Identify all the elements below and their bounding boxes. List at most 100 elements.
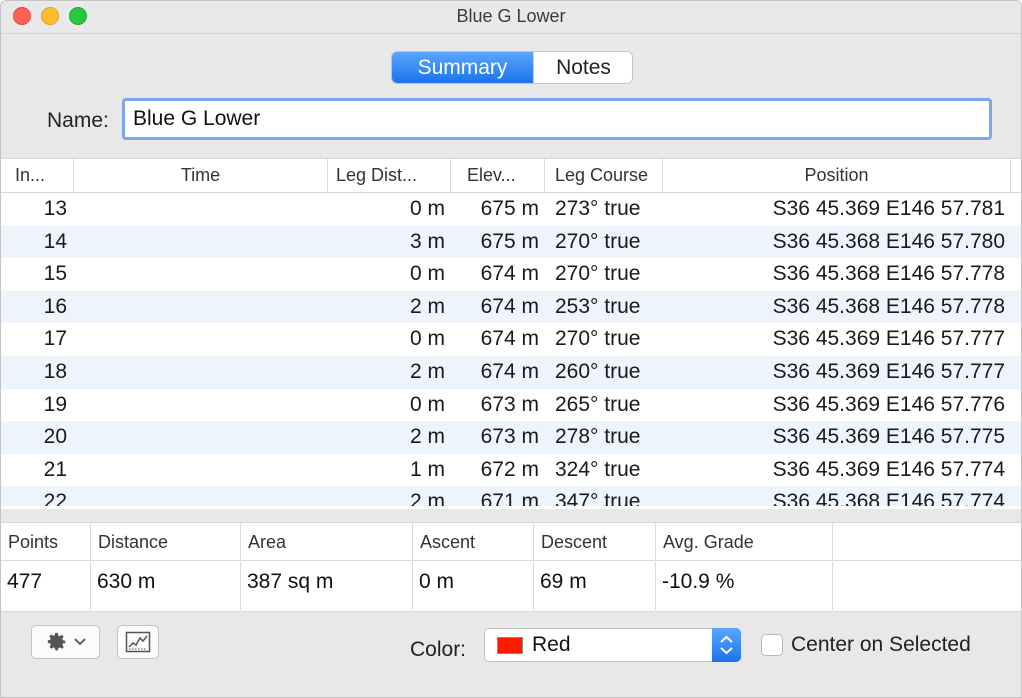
table-row[interactable]: 20 2 m 673 m 278° true S36 45.369 E146 57.77…	[1, 421, 1021, 454]
color-select[interactable]: Red	[484, 628, 741, 662]
cell-elevation: 673 m	[480, 392, 539, 416]
cell-position: S36 45.369 E146 57.776	[772, 392, 1005, 416]
gear-menu-button[interactable]	[31, 625, 100, 659]
chart-button[interactable]	[117, 625, 159, 659]
cell-elevation: 674 m	[480, 262, 539, 286]
color-swatch	[497, 637, 523, 654]
cell-leg-distance: 0 m	[409, 392, 445, 416]
table-header: In... Time Leg Dist... Elev... Leg Cours…	[1, 159, 1021, 193]
chart-icon	[125, 631, 151, 653]
summary-header-ascent: Ascent	[413, 523, 534, 561]
cell-leg-course: 270° true	[555, 229, 641, 253]
name-label: Name:	[47, 109, 109, 132]
cell-leg-course: 273° true	[555, 197, 641, 220]
select-arrows-icon	[712, 628, 741, 662]
cell-index: 16	[43, 294, 67, 318]
table-row[interactable]: 19 0 m 673 m 265° true S36 45.369 E146 57.77…	[1, 389, 1021, 422]
cell-position: S36 45.369 E146 57.775	[772, 425, 1005, 449]
cell-index: 21	[43, 457, 67, 481]
table-row[interactable]: 17 0 m 674 m 270° true S36 45.369 E146 57.77…	[1, 323, 1021, 356]
minimize-window-button[interactable]	[41, 7, 59, 25]
zoom-window-button[interactable]	[69, 7, 87, 25]
cell-leg-distance: 2 m	[409, 294, 445, 318]
tab-notes[interactable]: Notes	[533, 52, 632, 83]
color-label: Color:	[410, 638, 467, 661]
cell-elevation: 672 m	[480, 457, 539, 481]
cell-leg-course: 278° true	[555, 425, 641, 449]
summary-value-ascent: 0 m	[413, 562, 534, 610]
summary-header-area: Area	[241, 523, 413, 561]
column-header-position[interactable]: Position	[663, 159, 1011, 192]
summary-header-points: Points	[1, 523, 91, 561]
cell-elevation: 671 m	[480, 490, 539, 507]
window: Blue G Lower Summary Notes Name: In... T…	[0, 0, 1022, 698]
table-body: 13 0 m 675 m 273° true S36 45.369 E146 57.78…	[1, 193, 1021, 507]
gear-icon	[47, 632, 65, 651]
center-on-selected-label[interactable]: Center on Selected	[791, 633, 971, 657]
cell-position: S36 45.368 E146 57.778	[772, 262, 1005, 286]
summary-value-distance: 630 m	[91, 562, 241, 610]
cell-leg-course: 324° true	[555, 457, 641, 481]
column-header-index[interactable]: In...	[1, 159, 74, 192]
tab-summary[interactable]: Summary	[392, 52, 533, 83]
cell-index: 14	[43, 229, 67, 253]
cell-index: 15	[43, 262, 67, 286]
points-table: In... Time Leg Dist... Elev... Leg Cours…	[1, 158, 1021, 509]
column-header-elevation[interactable]: Elev...	[451, 159, 545, 192]
cell-leg-distance: 2 m	[409, 425, 445, 449]
cell-leg-distance: 2 m	[409, 490, 445, 507]
cell-position: S36 45.368 E146 57.778	[772, 294, 1005, 318]
cell-leg-distance: 0 m	[409, 327, 445, 351]
cell-leg-distance: 3 m	[409, 229, 445, 253]
cell-position: S36 45.368 E146 57.780	[772, 229, 1005, 253]
cell-position: S36 45.369 E146 57.774	[772, 457, 1005, 481]
table-row[interactable]: 22 2 m 671 m 347° true S36 45.368 E146 57.77…	[1, 486, 1021, 507]
cell-elevation: 673 m	[480, 425, 539, 449]
cell-index: 18	[43, 359, 67, 383]
cell-position: S36 45.368 E146 57.774	[772, 490, 1005, 507]
summary-value-area: 387 sq m	[241, 562, 413, 610]
center-on-selected-checkbox[interactable]	[761, 634, 783, 656]
table-row[interactable]: 13 0 m 675 m 273° true S36 45.369 E146 57.78…	[1, 193, 1021, 226]
cell-index: 13	[43, 197, 67, 220]
close-window-button[interactable]	[13, 7, 31, 25]
cell-index: 22	[43, 490, 67, 507]
table-row[interactable]: 14 3 m 675 m 270° true S36 45.368 E146 57.78…	[1, 225, 1021, 259]
table-row[interactable]: 21 1 m 672 m 324° true S36 45.369 E146 57.77…	[1, 454, 1021, 487]
summary-value-avg-grade: -10.9 %	[656, 562, 833, 610]
name-input[interactable]	[122, 98, 992, 140]
view-segmented-control: Summary Notes	[391, 51, 633, 84]
cell-leg-course: 265° true	[555, 392, 641, 416]
cell-elevation: 674 m	[480, 359, 539, 383]
cell-index: 20	[43, 425, 67, 449]
summary-header-descent: Descent	[534, 523, 656, 561]
cell-elevation: 675 m	[480, 197, 539, 220]
window-title: Blue G Lower	[456, 6, 566, 26]
column-header-time[interactable]: Time	[74, 159, 328, 192]
summary-header-empty	[833, 523, 1021, 561]
summary-header-distance: Distance	[91, 523, 241, 561]
cell-position: S36 45.369 E146 57.777	[772, 327, 1005, 351]
summary-value-points: 477	[1, 562, 91, 610]
cell-elevation: 674 m	[480, 294, 539, 318]
chevron-down-icon	[73, 638, 86, 646]
color-value: Red	[532, 633, 571, 656]
table-row[interactable]: 18 2 m 674 m 260° true S36 45.369 E146 57.77…	[1, 355, 1021, 389]
cell-index: 19	[43, 392, 67, 416]
cell-index: 17	[43, 327, 67, 351]
cell-leg-course: 270° true	[555, 327, 641, 351]
cell-leg-distance: 0 m	[409, 197, 445, 220]
column-header-leg-course[interactable]: Leg Course	[545, 159, 663, 192]
cell-position: S36 45.369 E146 57.777	[772, 359, 1005, 383]
cell-leg-course: 253° true	[555, 294, 641, 318]
cell-elevation: 675 m	[480, 229, 539, 253]
table-row[interactable]: 16 2 m 674 m 253° true S36 45.368 E146 57.77…	[1, 290, 1021, 324]
title-bar: Blue G Lower	[1, 1, 1021, 34]
cell-elevation: 674 m	[480, 327, 539, 351]
cell-position: S36 45.369 E146 57.781	[772, 197, 1005, 220]
column-header-leg-distance[interactable]: Leg Dist...	[328, 159, 451, 192]
cell-leg-distance: 0 m	[409, 262, 445, 286]
table-row[interactable]: 15 0 m 674 m 270° true S36 45.368 E146 57.77…	[1, 258, 1021, 291]
cell-leg-course: 270° true	[555, 262, 641, 286]
summary-header-avg-grade: Avg. Grade	[656, 523, 833, 561]
